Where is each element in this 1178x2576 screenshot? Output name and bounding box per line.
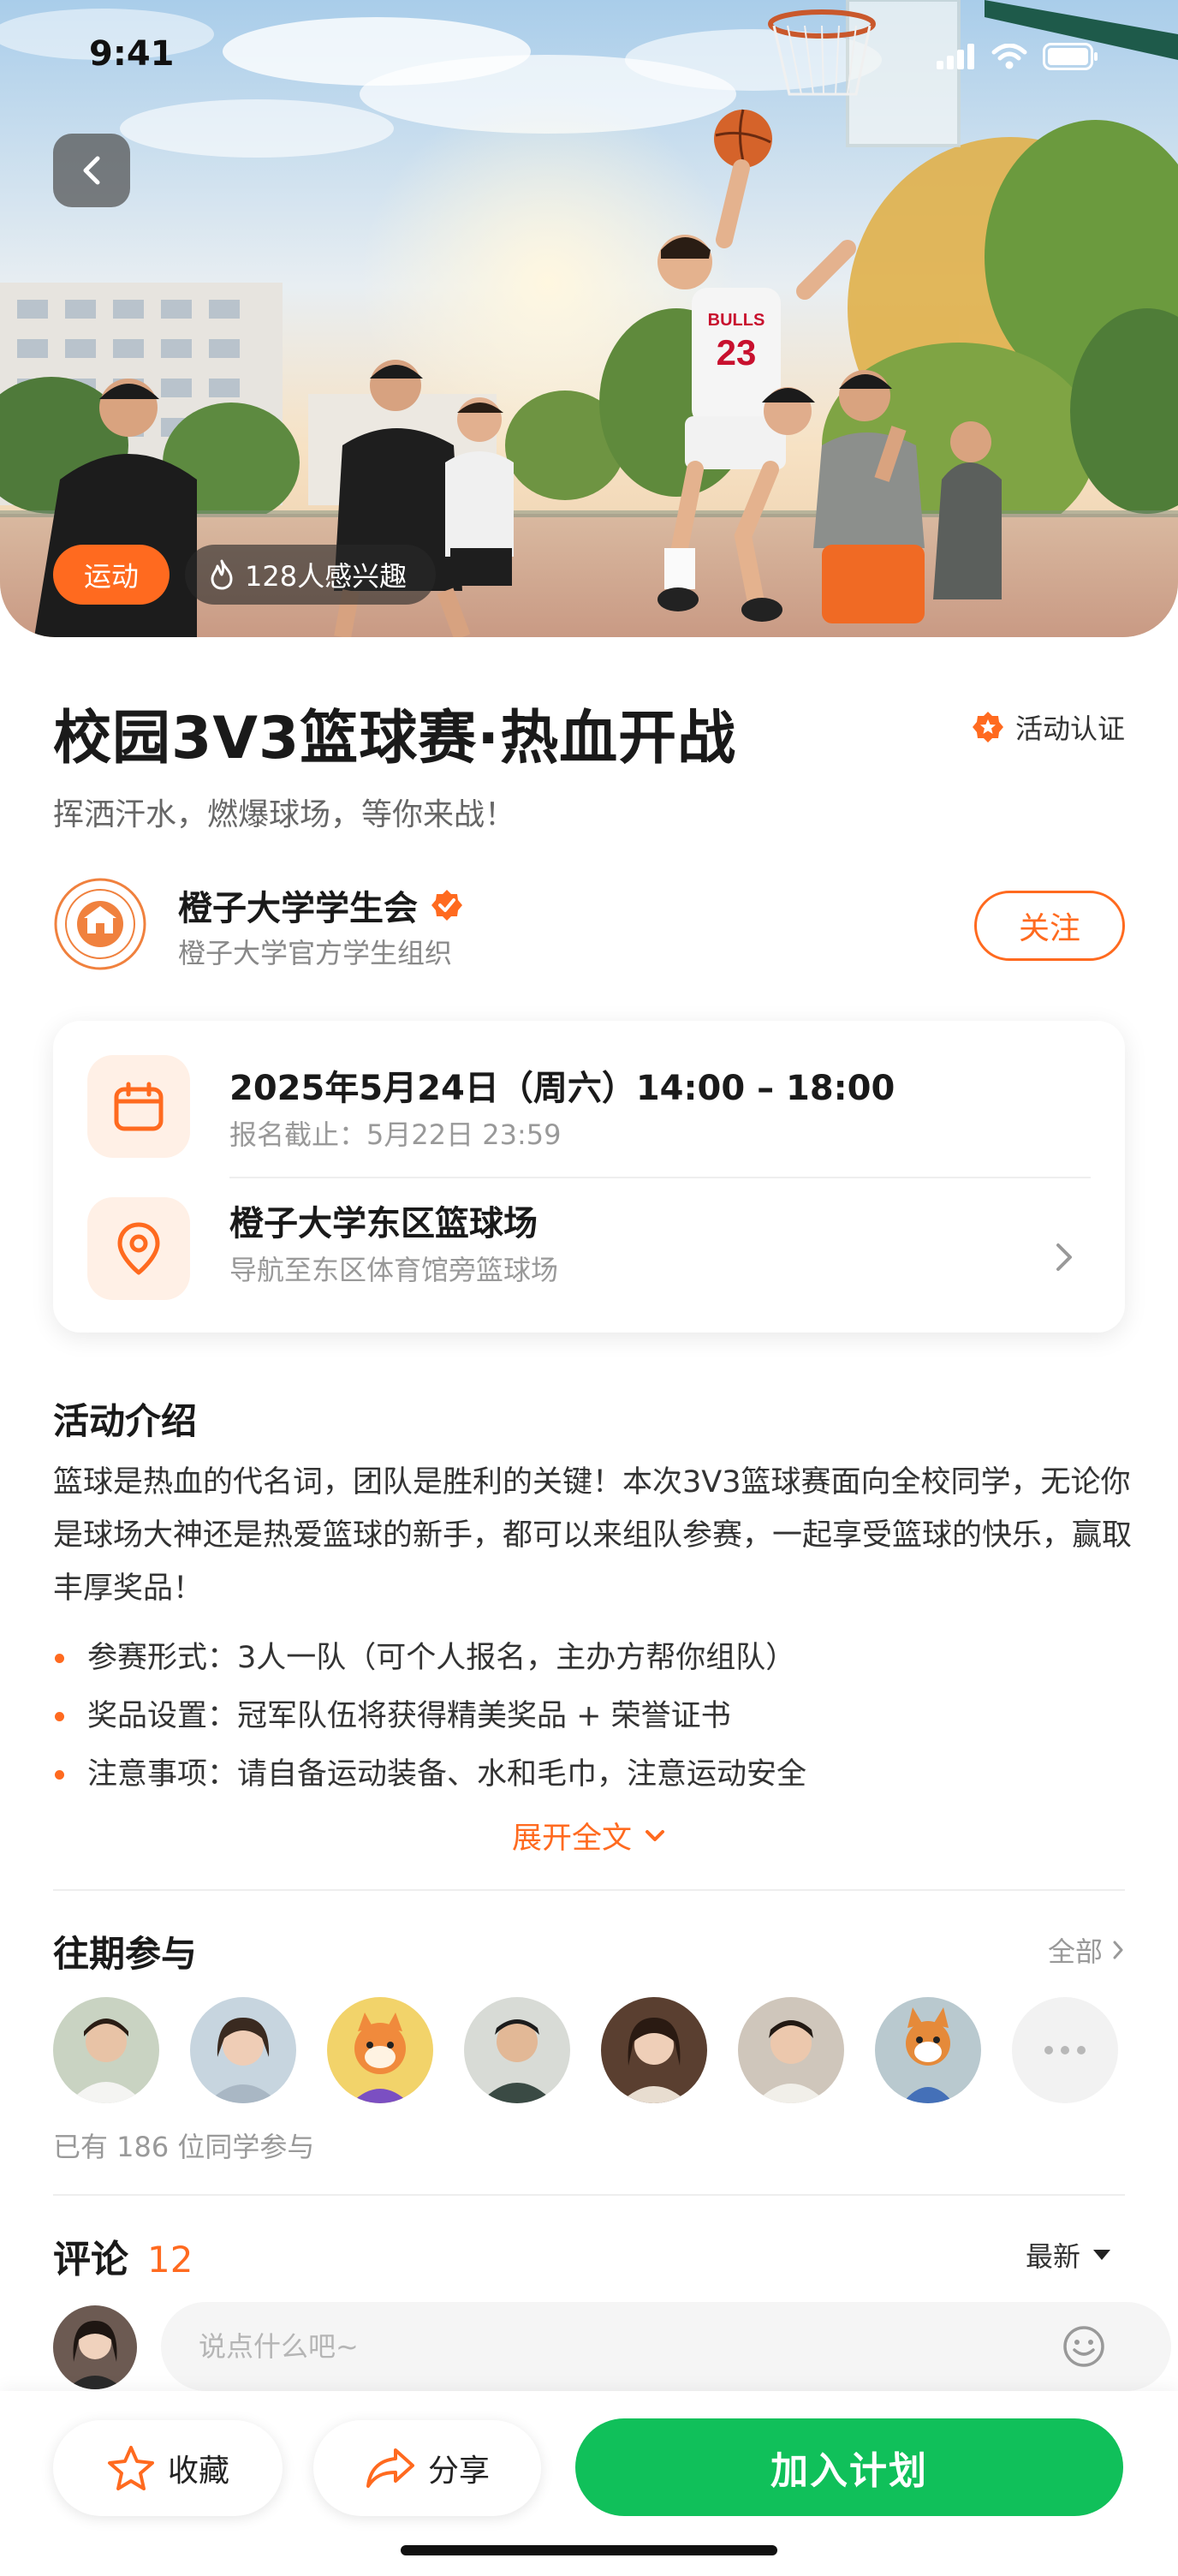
verified-check-icon — [431, 890, 462, 921]
verified-label: 活动认证 — [1014, 713, 1125, 745]
comment-input[interactable] — [161, 2302, 1171, 2391]
verified-star-icon — [972, 712, 1003, 742]
signal-icon — [937, 44, 974, 69]
status-icons — [937, 43, 1099, 70]
event-title: 校园3V3篮球赛·热血开战 — [53, 705, 737, 772]
user-avatar — [53, 2305, 137, 2389]
organizer-description: 橙子大学官方学生组织 — [178, 937, 453, 969]
event-info-card: 2025年5月24日（周六）14:00 – 18:00 报名截止：5月22日 2… — [53, 1021, 1125, 1333]
location-icon-box — [87, 1197, 190, 1300]
intro-bullet: 注意事项：请自备运动装备、水和毛巾，注意运动安全 — [53, 1745, 1132, 1804]
share-icon — [366, 2448, 414, 2488]
location-navigation: 导航至东区体育馆旁篮球场 — [229, 1254, 559, 1286]
event-location: 橙子大学东区篮球场 — [229, 1204, 538, 1243]
section-divider — [53, 1889, 1125, 1891]
avatar[interactable] — [464, 1997, 570, 2103]
participant-avatars — [53, 1997, 1118, 2103]
participants-title: 往期参与 — [53, 1933, 198, 1975]
intro-bullet: 奖品设置：冠军队伍将获得精美奖品 + 荣誉证书 — [53, 1687, 1132, 1745]
caret-down-icon — [1093, 2250, 1110, 2260]
join-plan-button[interactable]: 加入计划 — [575, 2418, 1123, 2516]
category-tag: 运动 — [53, 545, 170, 605]
share-button[interactable]: 分享 — [313, 2420, 541, 2516]
avatar[interactable] — [601, 1997, 707, 2103]
star-icon — [107, 2446, 154, 2490]
follow-button[interactable]: 关注 — [974, 891, 1125, 961]
intro-bullets: 参赛形式：3人一队（可个人报名，主办方帮你组队） 奖品设置：冠军队伍将获得精美奖… — [53, 1629, 1132, 1804]
share-label: 分享 — [427, 2454, 490, 2489]
chevron-right-icon — [1056, 1243, 1072, 1271]
svg-text:23: 23 — [717, 332, 757, 373]
registration-deadline: 报名截止：5月22日 23:59 — [229, 1118, 562, 1151]
hero-tags: 运动 128人感兴趣 — [53, 545, 437, 605]
intro-text: 篮球是热血的代名词，团队是胜利的关键！本次3V3篮球赛面向全校同学，无论你是球场… — [53, 1465, 1133, 1606]
participants-count: 已有 186 位同学参与 — [53, 2131, 315, 2163]
chevron-down-icon — [646, 1829, 664, 1841]
organizer-logo — [54, 878, 146, 970]
datetime-row: 2025年5月24日（周六）14:00 – 18:00 报名截止：5月22日 2… — [53, 1021, 1125, 1177]
sort-label: 最新 — [1025, 2240, 1080, 2273]
location-pin-icon — [117, 1222, 160, 1275]
location-row[interactable]: 橙子大学东区篮球场 导航至东区体育馆旁篮球场 — [53, 1177, 1125, 1333]
status-time: 9:41 — [89, 34, 175, 74]
avatar[interactable] — [875, 1997, 981, 2103]
more-participants-button[interactable] — [1012, 1997, 1118, 2103]
organizer-row[interactable]: 橙子大学学生会 橙子大学官方学生组织 关注 — [53, 875, 1125, 975]
avatar[interactable] — [53, 1997, 159, 2103]
expand-label: 展开全文 — [511, 1822, 632, 1856]
back-button[interactable] — [53, 134, 130, 207]
chevron-right-icon — [1113, 1941, 1123, 1959]
interest-badge: 128人感兴趣 — [185, 545, 437, 605]
avatar[interactable] — [738, 1997, 844, 2103]
flame-icon — [211, 559, 233, 590]
favorite-button[interactable]: 收藏 — [53, 2420, 283, 2516]
battery-icon — [1043, 43, 1098, 70]
organizer-name: 橙子大学学生会 — [178, 880, 464, 930]
expand-button[interactable]: 展开全文 — [512, 1814, 666, 1857]
comments-title: 评论 — [53, 2238, 128, 2281]
svg-text:BULLS: BULLS — [708, 311, 765, 330]
home-indicator — [401, 2545, 777, 2555]
more-dots-icon — [1044, 2046, 1086, 2054]
sort-dropdown[interactable]: 最新 — [1026, 2235, 1111, 2275]
intro-title: 活动介绍 — [53, 1400, 198, 1442]
expand-row: 展开全文 — [0, 1814, 1178, 1857]
see-all-button[interactable]: 全部 — [1048, 1930, 1125, 1970]
comments-count: 12 — [147, 2239, 193, 2281]
favorite-label: 收藏 — [167, 2454, 229, 2489]
avatar[interactable] — [327, 1997, 433, 2103]
calendar-icon-box — [87, 1055, 190, 1158]
interest-count: 128人感兴趣 — [245, 560, 408, 593]
intro-bullet: 参赛形式：3人一队（可个人报名，主办方帮你组队） — [53, 1629, 1132, 1687]
comment-input-row — [53, 2302, 1171, 2391]
status-bar: 9:41 — [0, 0, 1178, 116]
chevron-left-icon — [83, 156, 100, 185]
calendar-icon — [114, 1082, 164, 1131]
emoji-icon[interactable] — [1062, 2324, 1106, 2369]
verified-badge: 活动认证 — [971, 707, 1125, 747]
event-subtitle: 挥洒汗水，燃爆球场，等你来战！ — [53, 797, 516, 832]
avatar[interactable] — [190, 1997, 296, 2103]
event-datetime: 2025年5月24日（周六）14:00 – 18:00 — [229, 1069, 895, 1108]
hero-image: BULLS 23 9:41 运动 128人感兴趣 — [0, 0, 1178, 637]
see-all-label: 全部 — [1047, 1935, 1103, 1968]
section-divider — [53, 2194, 1125, 2196]
wifi-icon — [991, 44, 1027, 69]
comments-header: 评论 12 — [53, 2228, 193, 2283]
organizer-name-text: 橙子大学学生会 — [178, 889, 418, 928]
